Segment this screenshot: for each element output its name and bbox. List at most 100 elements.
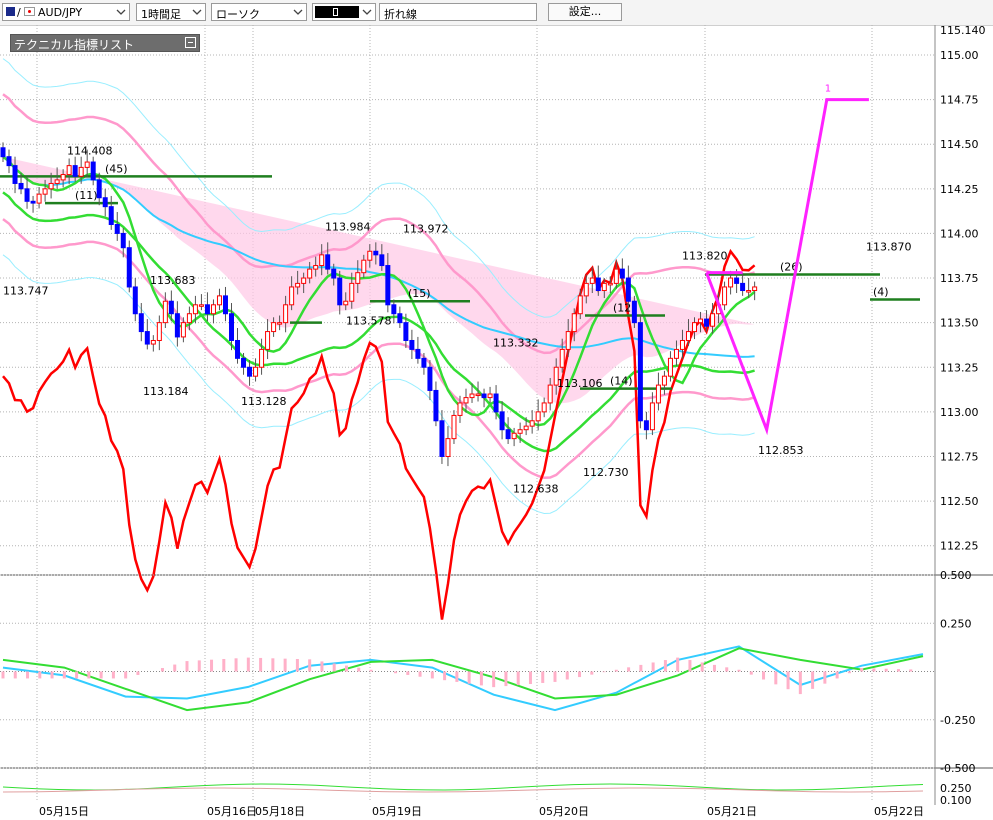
macd-histogram-bar [676,657,680,672]
date-tick-label: 05月20日 [539,805,589,818]
bull-candle [84,161,90,168]
price-tick-label: 114.25 [940,183,979,196]
currency-pair-select[interactable]: / AUD/JPY [2,3,130,21]
macd-histogram-bar [479,671,483,686]
macd-histogram-bar [504,671,508,687]
bear-candle [6,156,12,167]
bear-candle [373,250,379,256]
au-flag-icon [6,7,15,16]
macd-histogram-bar [344,665,348,672]
indicator-list-panel[interactable]: テクニカル指標リスト [10,34,200,52]
bear-candle [704,318,710,327]
macd-histogram-bar [786,671,790,690]
macd-histogram-bar [222,658,226,672]
macd-histogram-bar [283,658,287,672]
macd-histogram-bar [394,671,398,674]
bear-candle [734,277,740,284]
line-color-select[interactable] [312,3,376,21]
line-type-field[interactable]: 折れ線 [379,3,537,21]
macd-histogram-bar [651,662,655,672]
bull-candle [271,322,277,333]
macd-histogram-bar [614,669,618,672]
bull-candle [673,348,679,359]
bear-candle [90,161,96,181]
settings-button[interactable]: 設定... [548,3,622,21]
price-tick-label: 115.140 [940,25,986,37]
chart-area[interactable]: (45)(11)(15)(12)(14)(26)(4) 1 114.408113… [0,25,993,820]
macd-histogram-bar [884,668,888,672]
bull-candle [728,277,734,288]
macd-tick-label: -0.250 [940,714,975,727]
bear-candle [619,268,625,279]
bull-candle [667,357,673,377]
macd-histogram-bar [369,669,373,672]
macd-histogram-bar [418,671,422,677]
minimize-icon[interactable] [185,37,196,48]
bear-candle [391,304,397,315]
date-tick-label: 05月16日 [207,805,257,818]
slash-text: / [17,6,21,19]
bull-candle [361,259,367,274]
macd-histogram-bar [13,671,17,679]
bull-candle [289,286,295,306]
macd-histogram-bar [688,660,692,672]
bear-candle [409,339,415,350]
bear-candle [325,254,331,270]
macd-histogram-bar [246,657,250,672]
bear-candle [625,277,631,302]
macd-histogram-bar [75,671,79,679]
price-annotation: 113.870 [866,241,912,254]
macd-histogram-bar [798,671,802,695]
macd-tick-label: -0.500 [940,762,975,775]
macd-histogram-bar [823,671,827,684]
macd-histogram-bar [271,658,275,672]
bull-candle [186,313,192,324]
bull-candle [349,282,355,302]
bull-candle [601,282,607,292]
bull-candle [692,322,698,333]
macd-histogram-bar [197,660,201,672]
price-annotation: 113.128 [241,395,287,408]
bull-candle [54,179,60,184]
bear-candle [433,389,439,422]
price-tick-label: 113.25 [940,361,979,374]
macd-histogram-bar [528,671,532,685]
macd-tick-label: 0.250 [940,617,972,630]
bull-candle [445,438,451,457]
macd-histogram-bar [578,671,582,678]
date-tick-label: 05月19日 [372,805,422,818]
bull-candle [535,411,541,422]
price-annotation: 112.730 [583,466,629,479]
chart-type-select[interactable]: ローソク [211,3,307,21]
bear-candle [114,224,120,234]
bear-candle [222,295,228,315]
timeframe-select[interactable]: 1時間足 [136,3,206,21]
bull-candle [583,282,589,297]
bear-candle [96,179,102,199]
macd-histogram-bar [136,671,140,675]
chevron-down-icon [116,9,126,15]
bear-candle [204,304,210,315]
chevron-down-icon [362,9,372,15]
bear-candle [415,348,421,359]
jp-flag-icon [24,7,35,16]
bear-candle [643,420,649,431]
bear-candle [18,182,24,190]
macd-histogram-bar [295,658,299,672]
price-tick-label: 112.75 [940,450,979,463]
macd-histogram-bar [99,671,103,679]
macd-histogram-bar [811,671,815,689]
macd-histogram-bar [430,671,434,679]
level-label: (11) [75,189,98,202]
price-annotation: 113.747 [3,285,49,298]
macd-histogram-bar [762,671,766,680]
zigzag-label: 1 [825,84,831,95]
bull-candle [319,254,325,267]
bull-candle [722,286,728,306]
currency-pair-label: AUD/JPY [38,6,83,19]
macd-histogram-bar [26,671,30,679]
zigzag-line: 1 [705,84,869,436]
macd-histogram-bar [62,671,66,679]
bull-candle [613,268,619,284]
price-annotation: 112.853 [758,444,804,457]
